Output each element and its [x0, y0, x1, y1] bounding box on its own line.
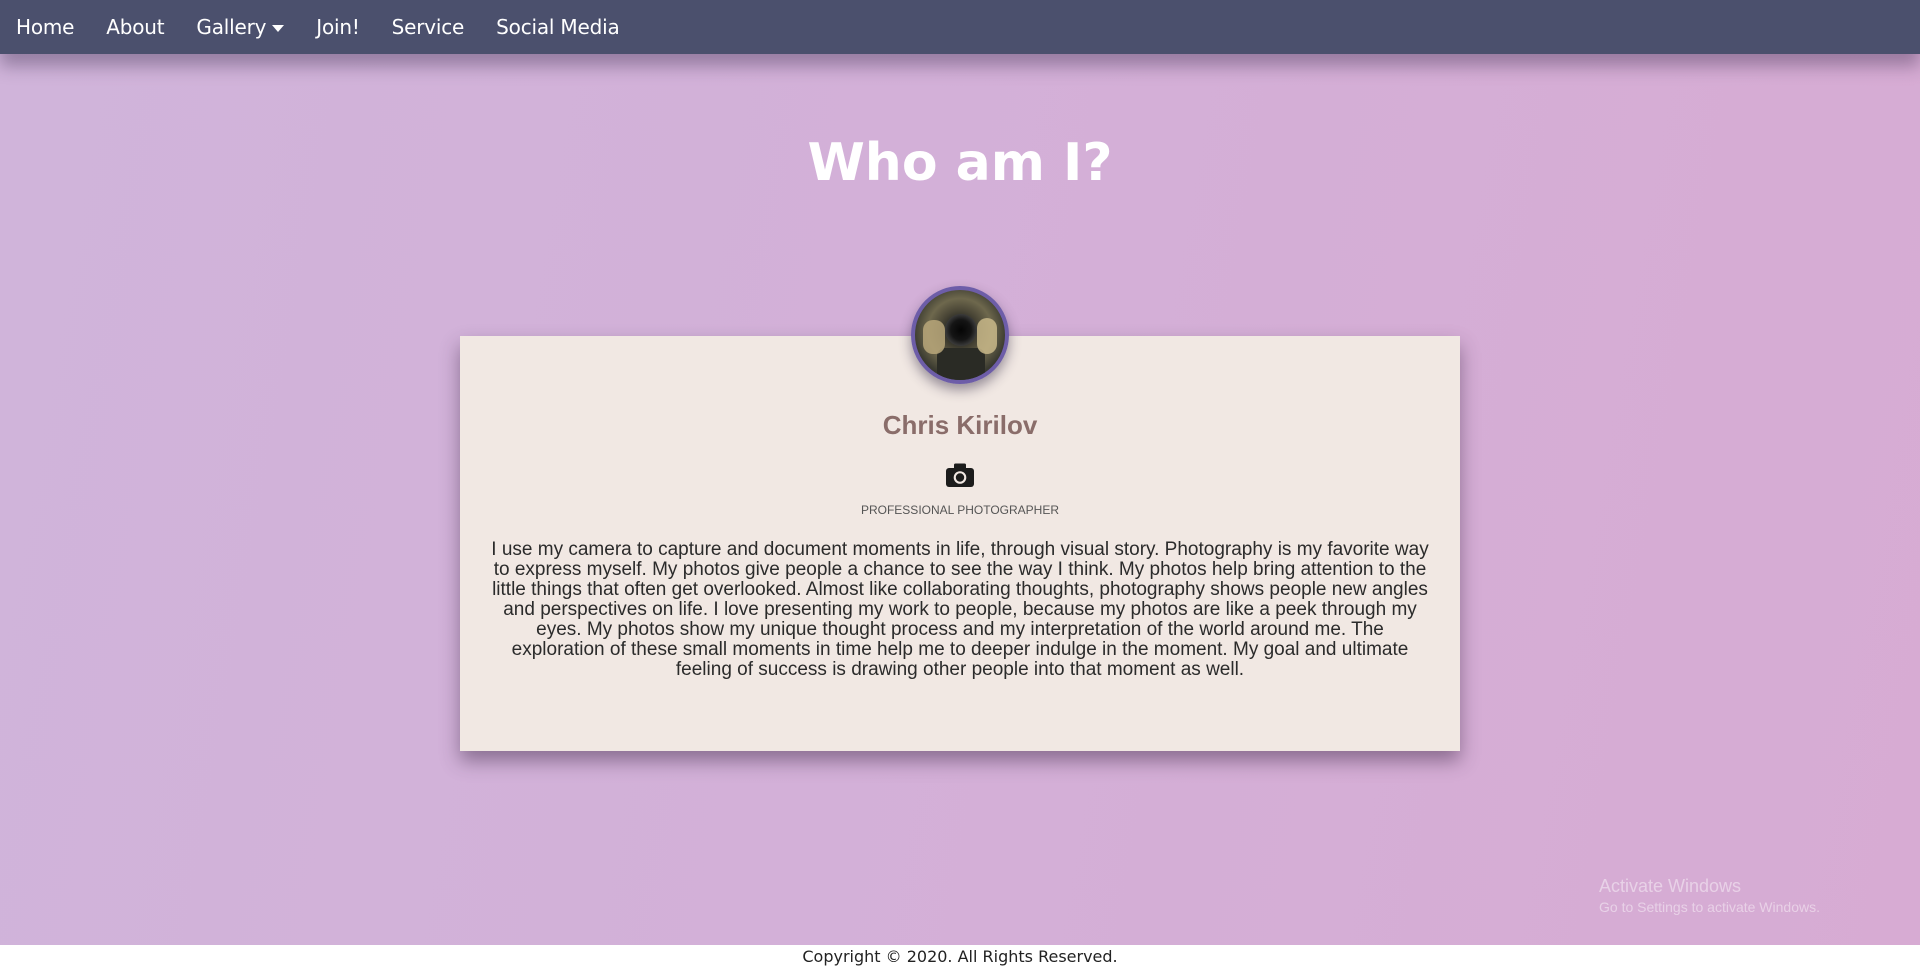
footer-copyright: Copyright © 2020. All Rights Reserved. [802, 947, 1118, 966]
nav-service-link[interactable]: Service [392, 15, 465, 39]
nav-home-label: Home [16, 15, 75, 39]
avatar-figure-left-hand [923, 320, 945, 354]
top-navbar: Home About Gallery Join! Service Social … [0, 0, 1920, 54]
camera-icon [946, 463, 974, 487]
profile-bio: I use my camera to capture and document … [491, 539, 1429, 680]
watermark-title: Activate Windows [1599, 876, 1742, 896]
nav-join-link[interactable]: Join! [316, 15, 360, 39]
nav-gallery-dropdown[interactable]: Gallery [196, 15, 285, 39]
profile-role: PROFESSIONAL PHOTOGRAPHER [860, 503, 1060, 517]
windows-activation-watermark: Activate Windows Go to Settings to activ… [1599, 874, 1820, 916]
footer: Copyright © 2020. All Rights Reserved. [0, 945, 1920, 969]
avatar-camera-lens [945, 314, 977, 346]
caret-down-icon [272, 24, 285, 32]
nav-about-link[interactable]: About [106, 15, 164, 39]
nav-about-label: About [106, 15, 165, 39]
nav-social-media-label: Social Media [496, 15, 620, 39]
profile-name: Chris Kirilov [882, 410, 1038, 440]
nav-join-label: Join! [316, 15, 360, 39]
nav-gallery-label: Gallery [196, 15, 267, 39]
avatar-figure-body [937, 348, 985, 380]
avatar-figure-right-hand [977, 318, 997, 354]
page-title: Who am I? [807, 133, 1113, 193]
nav-home-link[interactable]: Home [16, 15, 74, 39]
avatar [911, 286, 1009, 384]
nav-social-media-link[interactable]: Social Media [496, 15, 620, 39]
watermark-subtitle: Go to Settings to activate Windows. [1599, 899, 1820, 915]
nav-service-label: Service [391, 15, 465, 39]
